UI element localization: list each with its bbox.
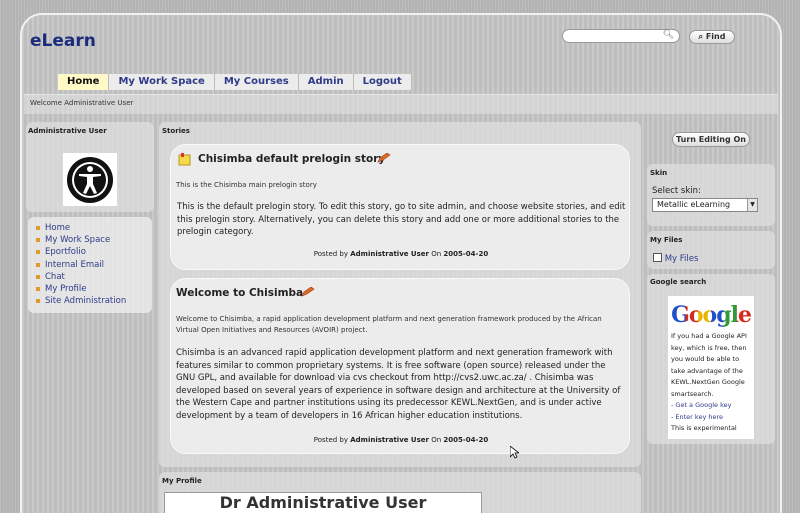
story-card: Chisimba default prelogin story This is … [170,144,630,270]
left-menu: Home My Work Space Eportfolio Internal E… [28,217,152,313]
google-logo-text: Google [671,302,752,328]
menu-item-chat[interactable]: Chat [28,271,152,283]
note-icon [178,153,191,166]
file-icon [653,253,662,262]
profile-name: Dr Administrative User [219,493,427,512]
accessibility-icon [67,156,113,203]
experimental-note: This is experimental [671,424,737,432]
site-logo[interactable]: eLearn [30,31,96,51]
story-card: Welcome to Chisimba Welcome to Chisimba,… [170,278,630,454]
menu-item-internal-email[interactable]: Internal Email [28,259,152,271]
edit-pencil-icon[interactable] [377,153,391,163]
story-title[interactable]: Welcome to Chisimba [176,287,303,299]
on-label: On [431,250,442,258]
edit-pencil-icon[interactable] [301,287,315,297]
find-button[interactable]: ⌕ Find [689,30,735,44]
story-footer: Posted by Administrative User On 2005-04… [171,436,631,444]
select-skin-label: Select skin: [652,186,701,196]
posted-by-label: Posted by [313,436,349,444]
dropdown-arrow-icon: ▼ [747,199,757,211]
my-files-label: My Files [664,254,699,264]
posted-by-label: Posted by [313,250,349,258]
stories-title: Stories [162,127,190,135]
story-body: Chisimba is an advanced rapid applicatio… [176,348,621,421]
google-logo: Google [668,302,754,328]
search-input[interactable]: 🔍︎ [562,29,680,43]
menu-item-home[interactable]: Home [28,222,152,234]
main-nav: Home My Work Space My Courses Admin Logo… [58,74,412,90]
skin-select[interactable]: Metallic eLearning ▼ [652,198,758,212]
get-google-key-link[interactable]: - Get a Google key [668,400,754,412]
google-title: Google search [650,278,707,286]
story-author: Administrative User [350,436,429,444]
story-title[interactable]: Chisimba default prelogin story [198,153,385,165]
story-author: Administrative User [350,250,429,258]
search-field[interactable] [569,30,669,42]
nav-logout[interactable]: Logout [353,74,412,90]
on-label: On [431,436,442,444]
welcome-bar: Welcome Administrative User [24,94,778,114]
google-text: If you had a Google API key, which is fr… [671,332,747,398]
skin-select-value: Metallic eLearning [657,200,731,209]
mouse-cursor-icon [510,446,519,459]
welcome-text: Welcome Administrative User [30,99,134,107]
enter-key-link[interactable]: - Enter key here [668,412,754,424]
nav-home[interactable]: Home [58,74,110,90]
magnifier-icon: ⌕ [698,32,704,41]
my-files-link[interactable]: My Files [653,253,698,264]
story-intro: Welcome to Chisimba, a rapid application… [176,315,602,334]
find-button-label: Find [705,32,726,41]
profile-name-box: Dr Administrative User [164,492,482,513]
menu-item-my-work-space[interactable]: My Work Space [28,234,152,246]
google-box: Google If you had a Google API key, whic… [668,296,754,439]
nav-my-work-space[interactable]: My Work Space [109,74,215,90]
profile-title: My Profile [162,477,202,485]
nav-my-courses[interactable]: My Courses [214,74,299,90]
user-panel-title: Administrative User [28,127,107,135]
turn-editing-on-button[interactable]: Turn Editing On [672,132,750,147]
story-date: 2005-04-20 [443,436,489,444]
story-footer: Posted by Administrative User On 2005-04… [171,250,631,258]
nav-admin[interactable]: Admin [298,74,354,90]
avatar [63,153,117,206]
story-intro: This is the Chisimba main prelogin story [176,181,317,189]
files-title: My Files [650,236,683,244]
search-icon: 🔍︎ [662,30,674,40]
menu-item-site-administration[interactable]: Site Administration [28,295,152,307]
story-date: 2005-04-20 [443,250,489,258]
menu-item-eportfolio[interactable]: Eportfolio [28,246,152,258]
skin-title: Skin [650,169,668,177]
menu-item-my-profile[interactable]: My Profile [28,283,152,295]
story-body: This is the default prelogin story. To e… [177,202,626,237]
